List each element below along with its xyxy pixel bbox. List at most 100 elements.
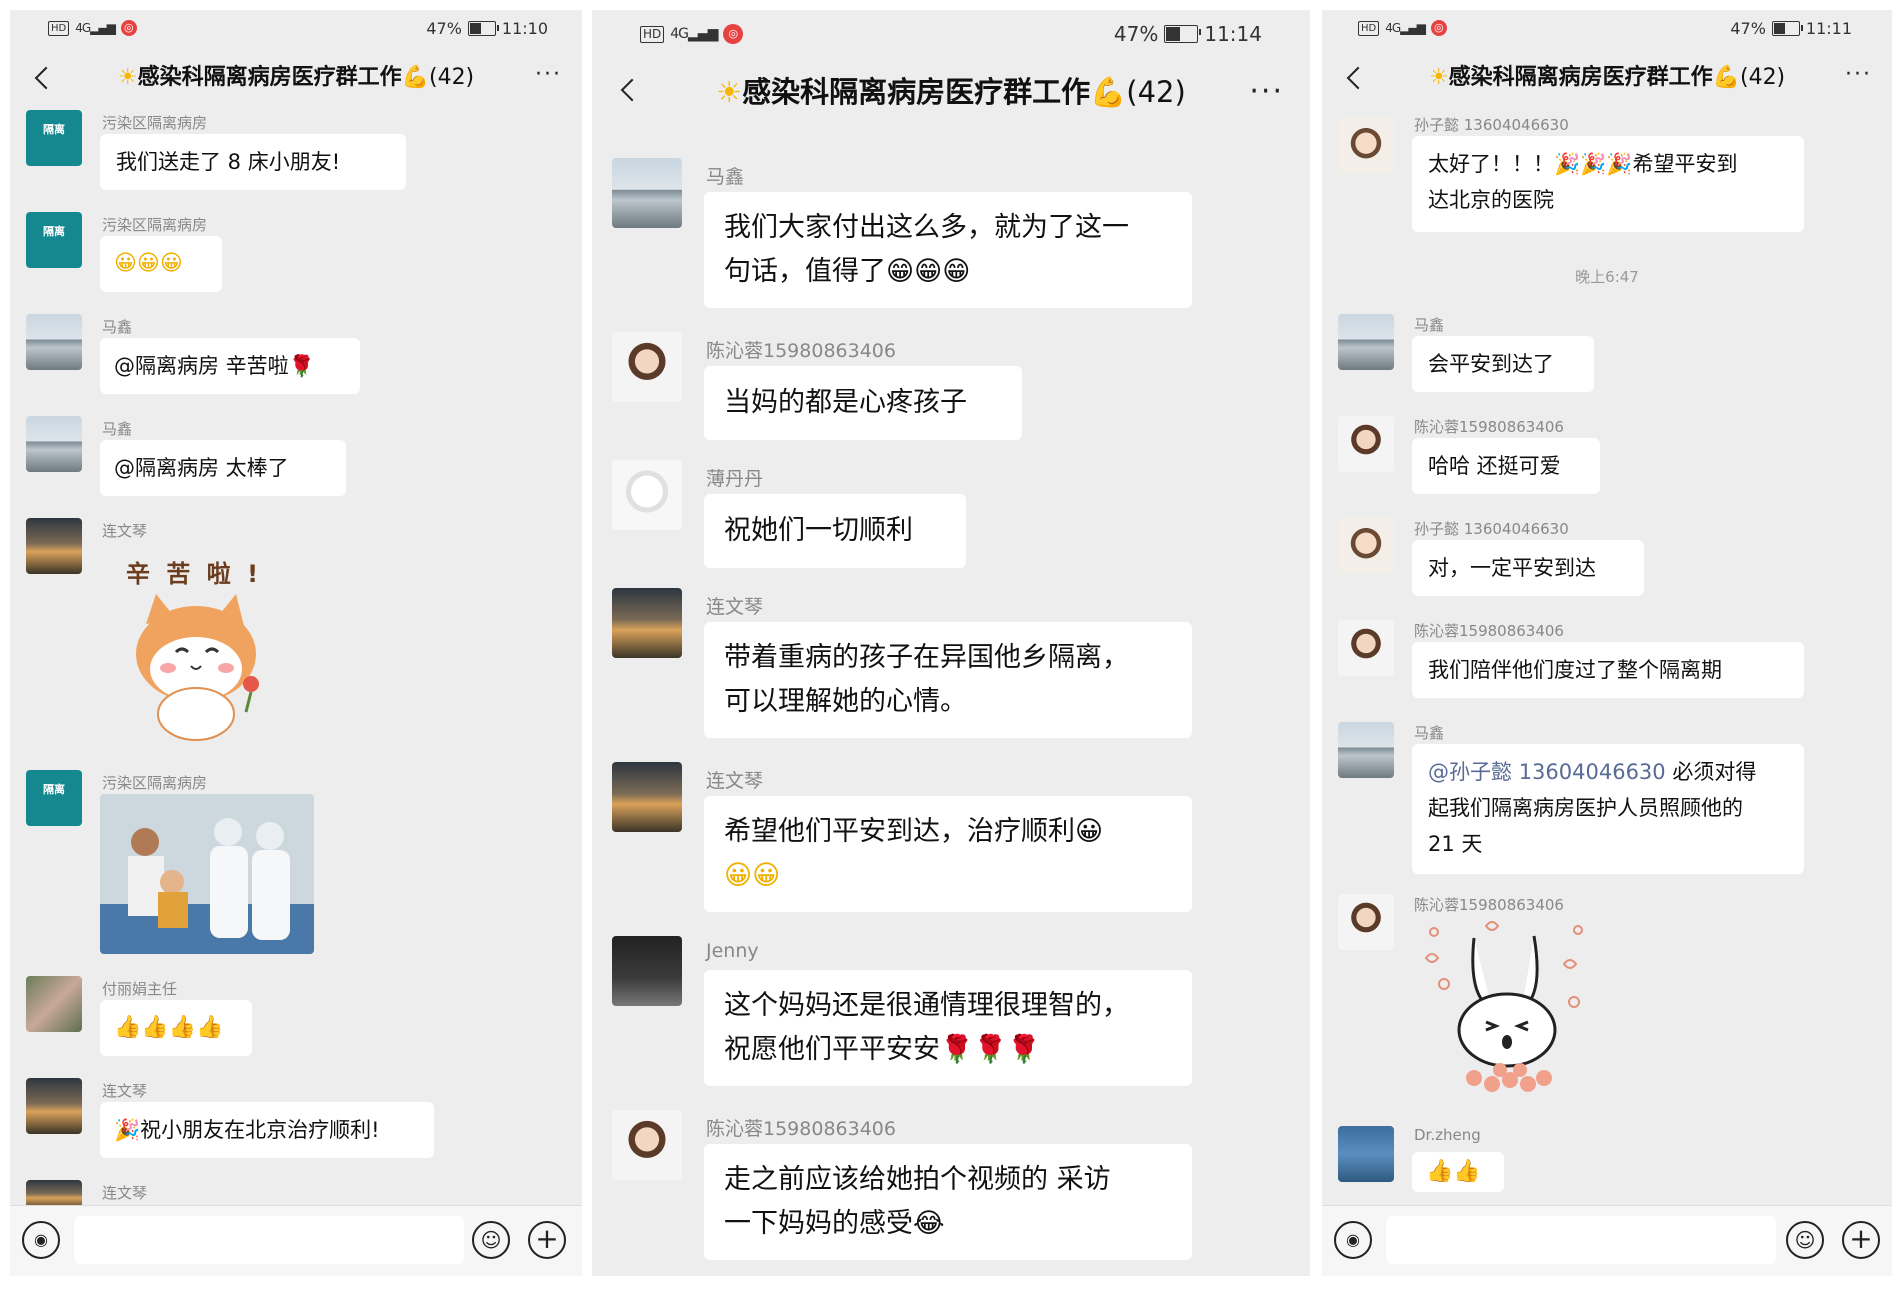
sticker-cat[interactable]: 辛 苦 啦 ! [116, 554, 276, 744]
message-bubble[interactable]: @隔离病房 辛苦啦🌹 [100, 338, 360, 394]
avatar[interactable] [1338, 416, 1394, 472]
sender-name: 连文琴 [706, 770, 764, 792]
message-bubble[interactable]: @隔离病房 太棒了 [100, 440, 346, 496]
sender-name: 孙子懿 13604046630 [1414, 116, 1569, 134]
avatar[interactable] [26, 976, 82, 1032]
avatar[interactable] [612, 460, 682, 530]
back-button[interactable] [30, 64, 56, 92]
sender-name: 马鑫 [102, 420, 133, 438]
message-bubble[interactable]: 我们陪伴他们度过了整个隔离期 [1412, 642, 1804, 698]
group-name: 感染科隔离病房医疗群工作 [137, 65, 402, 90]
avatar[interactable] [1338, 1126, 1394, 1182]
member-count: (42) [1739, 65, 1786, 90]
avatar[interactable] [1338, 314, 1394, 370]
avatar[interactable] [26, 314, 82, 370]
back-button[interactable] [1342, 64, 1368, 92]
chat-screen-2: HD 4G▂▄▆ ◎ 47% 11:14 ☀感染科隔离病房医疗群工作💪(42) … [592, 10, 1310, 1276]
message-bubble[interactable]: 👍👍 [1412, 1152, 1504, 1192]
avatar[interactable] [26, 518, 82, 574]
back-button[interactable] [616, 76, 642, 104]
message-bubble[interactable]: 当妈的都是心疼孩子 [704, 366, 1022, 440]
message-line: 希望他们平安到达，治疗顺利😀 [724, 816, 1104, 847]
message-line: 一下妈妈的感受😂 [724, 1208, 945, 1239]
avatar[interactable] [612, 158, 682, 228]
message-item: 薄丹丹 祝她们一切顺利 [612, 460, 1292, 580]
voice-button[interactable]: ◉ [22, 1221, 60, 1259]
message-line: 句话，值得了😁😁😁 [724, 256, 971, 287]
message-bubble[interactable]: 会平安到达了 [1412, 336, 1594, 392]
message-input[interactable] [1386, 1216, 1776, 1264]
message-bubble[interactable]: 祝她们一切顺利 [704, 494, 966, 568]
signal-icon: 4G▂▄▆ [670, 26, 718, 42]
avatar[interactable] [1338, 118, 1394, 174]
phone-link[interactable]: 13604046630 [1519, 760, 1666, 784]
message-bubble[interactable]: @孙子懿 13604046630 必须对得 起我们隔离病房医护人员照顾他的 21… [1412, 744, 1804, 874]
avatar[interactable] [612, 762, 682, 832]
message-item: 连文琴 希望他们平安到达，治疗顺利😀 😀😀 [612, 762, 1292, 932]
message-bubble[interactable]: 太好了！！！🎉🎉🎉希望平安到 达北京的医院 [1412, 136, 1804, 232]
chat-screen-3: HD 4G▂▄▆ ◎ 47% 11:11 ☀感染科隔离病房医疗群工作💪(42) … [1322, 10, 1892, 1276]
message-bubble[interactable]: 👍👍👍👍 [100, 1000, 252, 1056]
message-bubble[interactable]: 走之前应该给她拍个视频的 采访 一下妈妈的感受😂 [704, 1144, 1192, 1260]
message-bubble[interactable]: 🎉祝小朋友在北京治疗顺利! [100, 1102, 434, 1158]
more-button[interactable]: ··· [1845, 62, 1872, 87]
message-item: 陈沁蓉15980863406 [1338, 894, 1878, 1094]
message-bubble[interactable]: 😀😀😀 [100, 236, 222, 292]
message-item: 马鑫 @隔离病房 辛苦啦🌹 [26, 314, 566, 394]
network-type: 4G [670, 26, 689, 42]
plus-button[interactable]: + [528, 1221, 566, 1259]
hd-icon: HD [640, 25, 665, 43]
avatar[interactable] [1338, 620, 1394, 676]
hd-icon: HD [48, 20, 70, 36]
sun-icon: ☀ [117, 65, 138, 90]
message-item: 连文琴 带着重病的孩子在异国他乡隔离， 可以理解她的心情。 [612, 588, 1292, 758]
message-item: 马鑫 我们大家付出这么多，就为了这一 句话，值得了😁😁😁 [612, 158, 1292, 318]
clock: 11:10 [501, 19, 548, 38]
avatar-label: 隔离 [43, 783, 65, 796]
message-bubble[interactable]: 我们大家付出这么多，就为了这一 句话，值得了😁😁😁 [704, 192, 1192, 308]
avatar[interactable] [1338, 722, 1394, 778]
mention-link[interactable]: @孙子懿 [1428, 760, 1512, 784]
emoji-button[interactable]: ☺ [472, 1221, 510, 1259]
more-button[interactable]: ··· [1249, 74, 1284, 109]
avatar[interactable]: 隔离 [26, 110, 82, 166]
sender-name: 孙子懿 13604046630 [1414, 520, 1569, 538]
avatar[interactable] [612, 588, 682, 658]
sticker-rabbit[interactable] [1414, 918, 1604, 1098]
message-line: @孙子懿 13604046630 必须对得 [1428, 754, 1788, 790]
group-name: 感染科隔离病房医疗群工作 [1448, 65, 1713, 90]
voice-button[interactable]: ◉ [1334, 1221, 1372, 1259]
message-input[interactable] [74, 1216, 464, 1264]
signal-icon: 4G▂▄▆ [75, 21, 116, 35]
avatar[interactable] [1338, 518, 1394, 574]
avatar[interactable] [26, 1078, 82, 1134]
message-bubble[interactable]: 这个妈妈还是很通情理很理智的， 祝愿他们平平安安🌹🌹🌹 [704, 970, 1192, 1086]
message-bubble[interactable]: 带着重病的孩子在异国他乡隔离， 可以理解她的心情。 [704, 622, 1192, 738]
avatar[interactable] [612, 936, 682, 1006]
avatar[interactable] [612, 332, 682, 402]
message-line: 太好了！！！🎉🎉🎉希望平安到 [1428, 152, 1738, 176]
avatar[interactable]: 隔离 [26, 212, 82, 268]
message-bubble[interactable]: 我们送走了 8 床小朋友! [100, 134, 406, 190]
input-bar: ◉ ☺ + [10, 1205, 582, 1276]
chat-title: ☀感染科隔离病房医疗群工作💪(42) [592, 56, 1310, 128]
avatar[interactable] [26, 416, 82, 472]
sender-name: 薄丹丹 [706, 468, 764, 490]
message-line: 可以理解她的心情。 [724, 686, 967, 717]
photo-message[interactable] [100, 794, 314, 954]
message-item: 孙子懿 13604046630 对，一定平安到达 [1338, 518, 1878, 598]
message-bubble[interactable]: 希望他们平安到达，治疗顺利😀 😀😀 [704, 796, 1192, 912]
avatar[interactable] [612, 1110, 682, 1180]
message-item: 付丽娟主任 👍👍👍👍 [26, 976, 566, 1056]
sender-name: 马鑫 [1414, 724, 1445, 742]
rabbit-sticker-icon [1424, 921, 1583, 1092]
emoji-button[interactable]: ☺ [1786, 1221, 1824, 1259]
message-item: 陈沁蓉15980863406 当妈的都是心疼孩子 [612, 332, 1292, 452]
group-name: 感染科隔离病房医疗群工作 [742, 75, 1091, 109]
avatar[interactable]: 隔离 [26, 770, 82, 826]
plus-button[interactable]: + [1842, 1221, 1880, 1259]
avatar[interactable] [1338, 894, 1394, 950]
message-bubble[interactable]: 对，一定平安到达 [1412, 540, 1644, 596]
message-bubble[interactable]: 哈哈 还挺可爱 [1412, 438, 1600, 494]
more-button[interactable]: ··· [535, 62, 562, 87]
